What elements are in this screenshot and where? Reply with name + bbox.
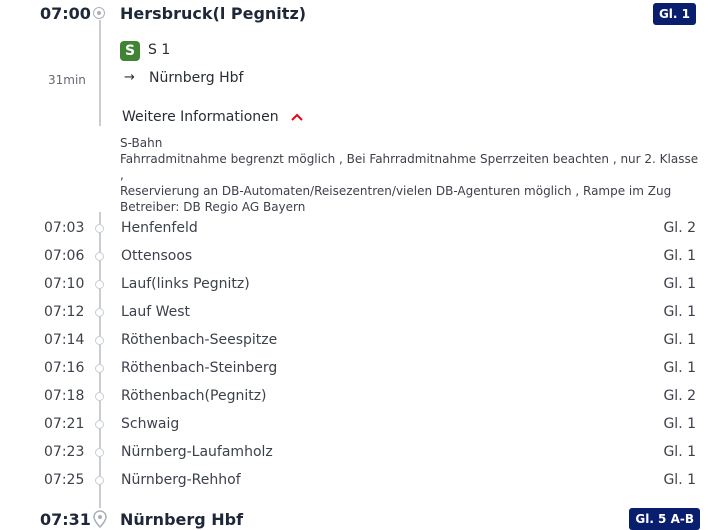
- stop-track: Gl. 1: [663, 444, 696, 460]
- stop-row: 07:03 Henfenfeld Gl. 2: [0, 220, 722, 240]
- trip-duration: 31min: [48, 73, 86, 87]
- stop-time: 07:18: [44, 388, 85, 404]
- departure-origin-icon: [93, 7, 105, 19]
- departure-station: Hersbruck(l Pegnitz): [120, 4, 307, 23]
- stop-track: Gl. 1: [663, 276, 696, 292]
- stop-row: 07:12 Lauf West Gl. 1: [0, 304, 722, 324]
- stop-name: Schwaig: [121, 416, 180, 432]
- train-destination: Nürnberg Hbf: [149, 70, 244, 86]
- stop-dot-icon: [95, 392, 104, 401]
- info-line-product: S-Bahn: [120, 136, 163, 150]
- stop-dot-icon: [95, 252, 104, 261]
- stop-name: Lauf West: [121, 304, 191, 320]
- stop-name: Röthenbach-Seespitze: [121, 332, 278, 348]
- stop-track: Gl. 1: [663, 360, 696, 376]
- info-line-reservation: Reservierung an DB-Automaten/Reisezentre…: [120, 184, 672, 198]
- stop-track: Gl. 1: [663, 332, 696, 348]
- stop-dot-icon: [95, 448, 104, 457]
- departure-time: 07:00: [40, 4, 91, 23]
- arrival-track-badge: Gl. 5 A-B: [629, 508, 700, 530]
- stop-track: Gl. 1: [663, 248, 696, 264]
- stop-time: 07:06: [44, 248, 85, 264]
- stop-time: 07:10: [44, 276, 85, 292]
- stop-time: 07:03: [44, 220, 85, 236]
- stop-row: 07:10 Lauf(links Pegnitz) Gl. 1: [0, 276, 722, 296]
- stop-name: Henfenfeld: [121, 220, 198, 236]
- stop-dot-icon: [95, 476, 104, 485]
- stop-track: Gl. 1: [663, 472, 696, 488]
- stop-row: 07:14 Röthenbach-Seespitze Gl. 1: [0, 332, 722, 352]
- stop-dot-icon: [95, 280, 104, 289]
- stop-row: 07:23 Nürnberg-Laufamholz Gl. 1: [0, 444, 722, 464]
- stop-dot-icon: [95, 336, 104, 345]
- stop-track: Gl. 1: [663, 416, 696, 432]
- stop-name: Röthenbach(Pegnitz): [121, 388, 267, 404]
- stop-dot-icon: [95, 224, 104, 233]
- stop-time: 07:25: [44, 472, 85, 488]
- stop-track: Gl. 1: [663, 304, 696, 320]
- train-line-label: S 1: [148, 42, 171, 58]
- stop-time: 07:21: [44, 416, 85, 432]
- stop-dot-icon: [95, 420, 104, 429]
- arrival-time: 07:31: [40, 510, 91, 529]
- stop-time: 07:14: [44, 332, 85, 348]
- departure-track-badge: Gl. 1: [652, 3, 696, 25]
- stop-row: 07:06 Ottensoos Gl. 1: [0, 248, 722, 268]
- stop-row: 07:21 Schwaig Gl. 1: [0, 416, 722, 436]
- more-info-label: Weitere Informationen: [122, 109, 279, 125]
- stop-time: 07:23: [44, 444, 85, 460]
- more-info-details: S-Bahn Fahrradmitnahme begrenzt möglich …: [120, 135, 700, 215]
- stop-dot-icon: [95, 364, 104, 373]
- info-line-operator: Betreiber: DB Regio AG Bayern: [120, 200, 306, 214]
- stop-row: 07:18 Röthenbach(Pegnitz) Gl. 2: [0, 388, 722, 408]
- info-line-bike: Fahrradmitnahme begrenzt möglich , Bei F…: [120, 152, 699, 182]
- location-pin-icon: [93, 510, 107, 528]
- stop-row: 07:25 Nürnberg-Rehhof Gl. 1: [0, 472, 722, 492]
- more-info-toggle[interactable]: Weitere Informationen: [122, 106, 304, 125]
- stop-row: 07:16 Röthenbach-Steinberg Gl. 1: [0, 360, 722, 380]
- stop-dot-icon: [95, 308, 104, 317]
- stop-name: Nürnberg-Rehhof: [121, 472, 241, 488]
- arrival-station: Nürnberg Hbf: [120, 510, 244, 529]
- stop-time: 07:16: [44, 360, 85, 376]
- stop-time: 07:12: [44, 304, 85, 320]
- stop-track: Gl. 2: [663, 388, 696, 404]
- stop-name: Lauf(links Pegnitz): [121, 276, 250, 292]
- chevron-up-icon: [291, 113, 303, 121]
- stop-name: Röthenbach-Steinberg: [121, 360, 278, 376]
- stop-name: Ottensoos: [121, 248, 193, 264]
- stop-name: Nürnberg-Laufamholz: [121, 444, 273, 460]
- stop-track: Gl. 2: [663, 220, 696, 236]
- timeline-line-top: [99, 20, 101, 126]
- sbahn-icon: S: [120, 41, 140, 61]
- direction-arrow-icon: →: [124, 70, 135, 85]
